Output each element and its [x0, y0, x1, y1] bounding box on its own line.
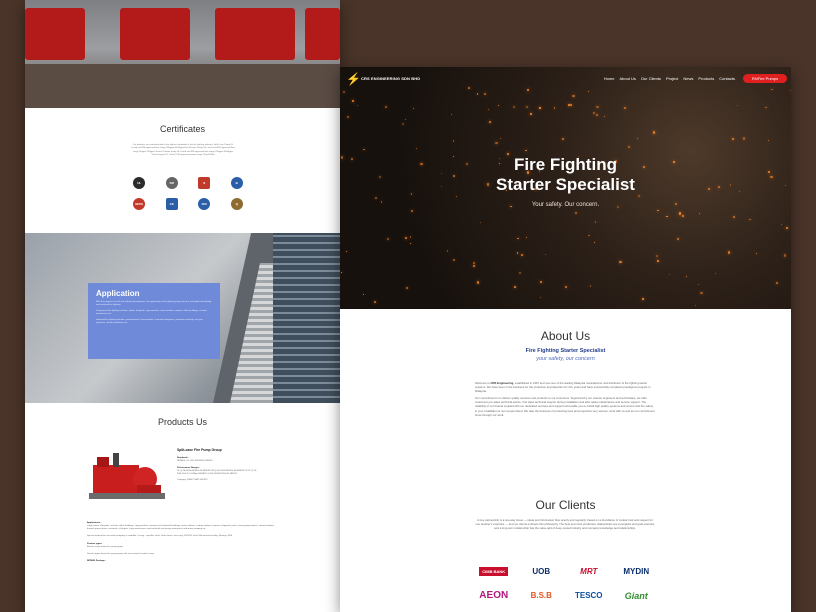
giant-logo: Giant — [624, 590, 648, 601]
mrt-logo: MRT — [580, 567, 598, 576]
product-specs: Standards: NFPA20, UL, FM, EN12845 GB624… — [177, 457, 257, 483]
client-logo-grid: CIMB BANK UOB MRT MYDIN AEON B.S.B TESCO… — [470, 567, 660, 601]
standards-value: NFPA20, UL, FM, EN12845 GB6245 — [177, 460, 213, 463]
performance-value: UL Q:200-5000GPM H:40-380PSI FM Q:200-50… — [177, 469, 257, 476]
fire-pumps-button[interactable]: RNFire Pumps — [743, 74, 787, 83]
product-applications: Applications: Large hotels, Hospitals, s… — [87, 522, 277, 563]
diesel-type-value: Diesel engine driven fire pump group wit… — [87, 552, 154, 555]
hero-subtitle: Your safety. Our concern. — [531, 202, 600, 208]
gold-seal-logo: Q — [230, 198, 243, 210]
nav-link-contacts[interactable]: Contacts — [719, 76, 735, 81]
aeon-logo: AEON — [479, 590, 509, 601]
about-tagline: your safety, our concern — [536, 356, 595, 362]
team-photo — [25, 0, 340, 108]
fire-pump-image — [89, 453, 165, 499]
tesco-logo: TESCO — [574, 591, 603, 600]
mydin-logo: MYDIN — [623, 567, 650, 576]
ul-listed-logo: UL — [133, 177, 146, 189]
bsb-logo: B.S.B — [530, 591, 552, 600]
cimb-bank-logo: CIMB BANK — [479, 567, 509, 576]
certificates-description: Our products are manufactured to the hig… — [131, 144, 235, 156]
product-types-value: Electric motor driven fire pump group — [87, 546, 123, 549]
nav-link-about-us[interactable]: About Us — [619, 76, 635, 81]
product-name: Split-case Fire Pump Group — [177, 448, 222, 452]
nfpa-package-label: NFPA20 Package: — [87, 559, 106, 562]
about-paragraph: Our commitment is to deliver quality ser… — [475, 396, 655, 417]
certificates-heading: Certificates — [159, 124, 205, 134]
special-material-note: Special material for sea water pumping i… — [87, 535, 233, 538]
right-page-mockup: ⚡ CRS ENGINEERING SDN BHD Home About Us … — [340, 67, 791, 612]
iso-logo: ISO — [198, 198, 211, 210]
application-heading: Application — [96, 289, 140, 298]
hero-title: Fire Fighting Starter Specialist — [340, 155, 791, 195]
application-card: Application With the progress of civil a… — [88, 283, 220, 359]
nav-link-project[interactable]: Project — [666, 76, 678, 81]
hero-title-line: Starter Specialist — [496, 175, 635, 194]
about-body: Welcome to CRS Engineering, established … — [475, 381, 655, 420]
left-page-mockup: Certificates Our products are manufactur… — [25, 0, 340, 612]
application-paragraph: Commercial fire fighting includes: hotel… — [96, 310, 208, 316]
nav-link-news[interactable]: News — [683, 76, 693, 81]
application-section: Application With the progress of civil a… — [25, 233, 340, 403]
fm-approved-logo: FM — [165, 177, 178, 189]
top-navigation: ⚡ CRS ENGINEERING SDN BHD Home About Us … — [340, 72, 791, 87]
nfpa-logo: NFPA — [133, 198, 146, 210]
products-heading: Products Us — [157, 417, 208, 427]
certificate-logo-grid: UL FM S B NFPA CE ISO Q — [123, 177, 253, 210]
nav-link-home[interactable]: Home — [604, 76, 615, 81]
nav-link-our-clients[interactable]: Our Clients — [641, 76, 661, 81]
about-subheading: Fire Fighting Starter Specialist — [525, 348, 606, 354]
clients-heading: Our Clients — [535, 498, 596, 512]
application-paragraph: Industrial fire fighting includes: petro… — [96, 319, 203, 325]
applications-value: Large hotels, Hospitals, schools, office… — [87, 525, 275, 531]
bomba-logo: B — [230, 177, 243, 189]
application-paragraph: With the progress of civil and industry … — [96, 301, 212, 307]
sirim-logo: S — [198, 177, 211, 189]
category-value: Category: FIRE PUMP GROUP — [177, 479, 208, 482]
lightning-bolt-logo-icon[interactable]: ⚡ — [346, 72, 361, 86]
nav-links: Home About Us Our Clients Project News P… — [604, 76, 735, 81]
about-heading: About Us — [540, 329, 591, 343]
uob-logo: UOB — [532, 567, 551, 576]
company-logo-text[interactable]: CRS ENGINEERING SDN BHD — [361, 76, 420, 81]
clients-description: A true partnership is a two-way street —… — [475, 518, 655, 531]
hero-title-line: Fire Fighting — [514, 155, 617, 174]
ce-logo: CE — [165, 198, 178, 210]
hero-section: ⚡ CRS ENGINEERING SDN BHD Home About Us … — [340, 67, 791, 309]
nav-link-products[interactable]: Products — [698, 76, 714, 81]
